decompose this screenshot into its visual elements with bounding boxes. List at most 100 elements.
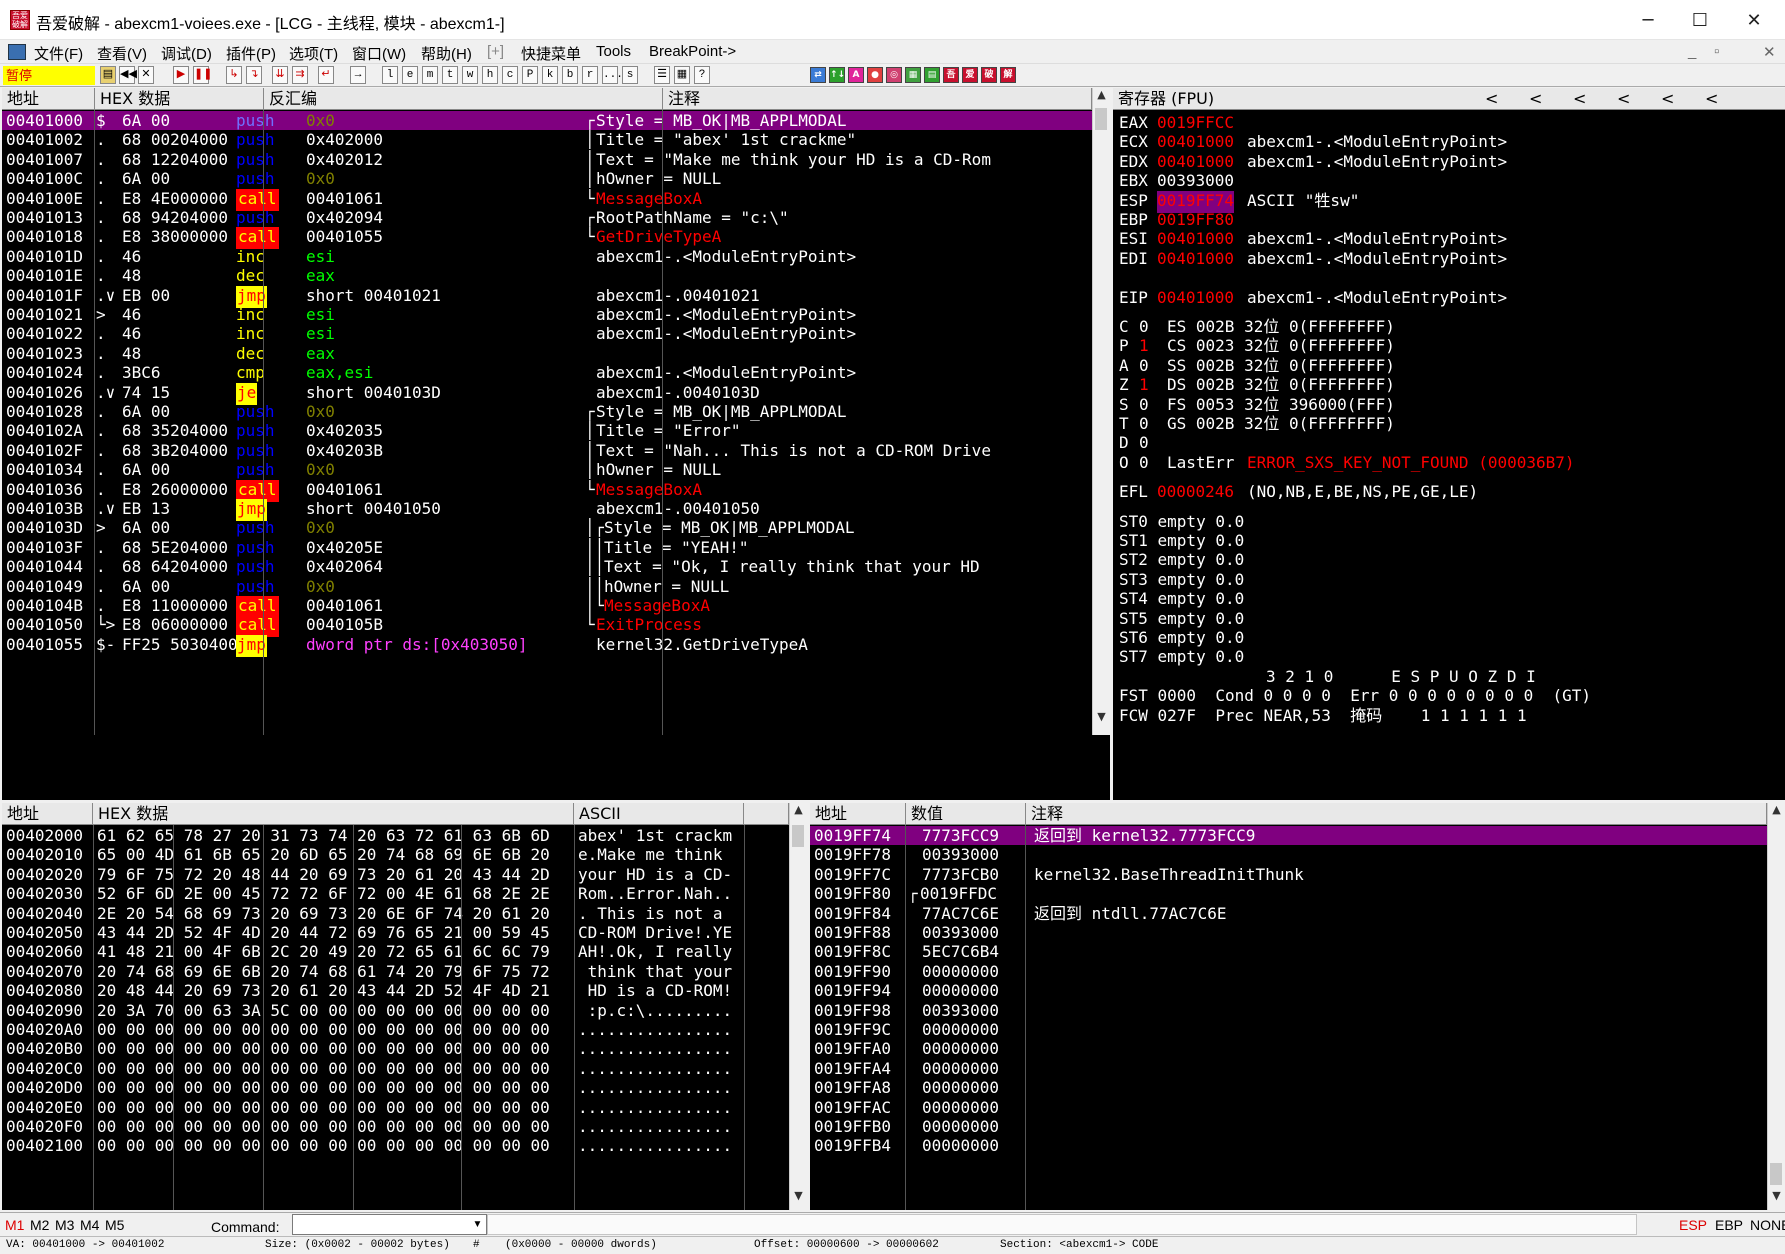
menu-help[interactable]: 帮助(H): [421, 43, 472, 64]
disassembly-pane[interactable]: 地址 HEX 数据 反汇编 注释 00401000 $6A 00 push 0x0 ┌ S…: [2, 88, 1110, 735]
scroll-down-icon[interactable]: ▼: [790, 1189, 807, 1207]
mdi-minimize-button[interactable]: _: [1688, 43, 1696, 60]
plugin-green-icon[interactable]: ↑↓: [829, 67, 845, 83]
disasm-row[interactable]: 00401023. 48 dec eax: [2, 344, 1092, 363]
flag-line[interactable]: C 0 ES 002B 32位 0(FFFFFFFF): [1119, 317, 1779, 336]
disasm-row[interactable]: 0040101E. 48 dec eax: [2, 266, 1092, 285]
disasm-scrollbar[interactable]: ▲ ▼: [1092, 88, 1110, 735]
dump-row[interactable]: 00402030 52 6F 6D 2E 00 45 72 72 6F 72 00…: [2, 884, 789, 903]
stack-pane[interactable]: 地址 数值 注释 0019FF74 7773FCC9 返回到 kernel32.77…: [810, 803, 1785, 1210]
disasm-row[interactable]: 0040104B. E8 11000000 call 00401061 │└ Messag…: [2, 596, 1092, 618]
stack-row[interactable]: 0019FFB0 00000000: [810, 1117, 1767, 1136]
letter-button-w[interactable]: w: [462, 66, 478, 84]
letter-button-e[interactable]: e: [402, 66, 418, 84]
stack-row[interactable]: 0019FFA8 00000000: [810, 1078, 1767, 1097]
fpu-register[interactable]: ST2 empty 0.0: [1119, 550, 1779, 569]
menu-view[interactable]: 查看(V): [97, 43, 147, 64]
disasm-header-comment[interactable]: 注释: [663, 88, 1092, 110]
letter-button-r[interactable]: r: [582, 66, 598, 84]
tab-m4[interactable]: M4: [80, 1217, 99, 1233]
plugin-ai-icon[interactable]: 爱: [962, 67, 978, 83]
stack-mode-esp[interactable]: ESP: [1679, 1217, 1707, 1233]
stack-scrollbar[interactable]: ▲ ▼: [1767, 803, 1785, 1210]
command-dropdown-icon[interactable]: ▼: [469, 1215, 486, 1234]
menu-window[interactable]: 窗口(W): [352, 43, 406, 64]
dump-row[interactable]: 00402100 00 00 00 00 00 00 00 00 00 00 00…: [2, 1136, 789, 1155]
flag-line[interactable]: P 1 CS 0023 32位 0(FFFFFFFF): [1119, 336, 1779, 355]
help-icon[interactable]: ?: [694, 66, 710, 84]
run-icon[interactable]: ▶: [173, 66, 189, 84]
step-over-icon[interactable]: ↴: [246, 66, 262, 84]
disasm-row[interactable]: 0040101F .∨ EB 00 jmp short 00401021 abexcm1-…: [2, 285, 1092, 308]
disasm-row[interactable]: 0040100C. 6A 00 push 0x0 │ hOwner = NULL: [2, 169, 1092, 188]
disasm-row[interactable]: 00401013. 68 94204000 push 0x402094 ┌ RootPat…: [2, 208, 1092, 227]
mdi-restore-button[interactable]: ▫: [1714, 43, 1719, 60]
stack-row[interactable]: 0019FF90 00000000: [810, 962, 1767, 981]
stack-row[interactable]: 0019FF7C 7773FCB0 kernel32.BaseThreadInitT…: [810, 865, 1767, 884]
flag-line[interactable]: Z 1 DS 002B 32位 0(FFFFFFFF): [1119, 375, 1779, 394]
options-icon[interactable]: ▦: [674, 66, 690, 84]
disasm-row[interactable]: 00401018. E8 38000000 call 00401055 └ GetDriv…: [2, 227, 1092, 250]
plugin-target-icon[interactable]: ◎: [886, 67, 902, 83]
fpu-register[interactable]: ST1 empty 0.0: [1119, 531, 1779, 550]
stack-row[interactable]: 0019FF74 7773FCC9 返回到 kernel32.7773FCC9: [810, 826, 1767, 845]
letter-button-t[interactable]: t: [442, 66, 458, 84]
dump-row[interactable]: 00402070 20 74 68 69 6E 6B 20 74 68 61 74…: [2, 962, 789, 981]
disasm-row[interactable]: 00401044. 68 64204000 push 0x402064 ││ Text =…: [2, 557, 1092, 576]
stack-row[interactable]: 0019FFB4 00000000: [810, 1136, 1767, 1155]
scroll-thumb[interactable]: [792, 825, 804, 847]
pause-icon[interactable]: ❚❚: [193, 66, 212, 84]
fpu-register[interactable]: ST3 empty 0.0: [1119, 570, 1779, 589]
dump-row[interactable]: 004020D0 00 00 00 00 00 00 00 00 00 00 00…: [2, 1078, 789, 1097]
stack-row[interactable]: 0019FF78 00393000: [810, 845, 1767, 864]
disasm-row[interactable]: 00401007. 68 12204000 push 0x402012 │ Text = …: [2, 150, 1092, 169]
register-line[interactable]: ECX 00401000 abexcm1-.<ModuleEntryPoint>: [1119, 132, 1779, 151]
tab-m1[interactable]: M1: [5, 1217, 24, 1233]
mdi-document-icon[interactable]: [8, 44, 26, 60]
plugin-jie-icon[interactable]: 解: [1000, 67, 1016, 83]
register-view-arrow-icon[interactable]: <: [1705, 88, 1749, 109]
menu-shortcut[interactable]: 快捷菜单: [521, 43, 581, 64]
dump-row[interactable]: 004020F0 00 00 00 00 00 00 00 00 00 00 00…: [2, 1117, 789, 1136]
letter-button-p[interactable]: P: [522, 66, 538, 84]
scroll-down-icon[interactable]: ▼: [1768, 1189, 1785, 1207]
flag-line[interactable]: A 0 SS 002B 32位 0(FFFFFFFF): [1119, 356, 1779, 375]
scroll-up-icon[interactable]: ▲: [790, 803, 807, 821]
plugin-record-icon[interactable]: ●: [867, 67, 883, 83]
dump-row[interactable]: 004020C0 00 00 00 00 00 00 00 00 00 00 00…: [2, 1059, 789, 1078]
scroll-up-icon[interactable]: ▲: [1768, 803, 1785, 821]
letter-button-m[interactable]: m: [422, 66, 438, 84]
fpu-register[interactable]: ST4 empty 0.0: [1119, 589, 1779, 608]
registers-pane[interactable]: 寄存器 (FPU) < < < < < < EAX 0019FFCC ECX 00401000 a…: [1113, 88, 1785, 800]
disasm-row[interactable]: 00401022. 46 inc esi abexcm1-.<ModuleEntryPo…: [2, 324, 1092, 343]
maximize-button[interactable]: ☐: [1674, 0, 1726, 40]
disasm-header-disasm[interactable]: 反汇编: [264, 88, 663, 110]
restart-icon[interactable]: ◀◀: [119, 66, 137, 84]
dump-pane[interactable]: 地址 HEX 数据 ASCII 00402000 61 62 65 78 27 2…: [2, 803, 807, 1210]
letter-button-s[interactable]: s: [622, 66, 638, 84]
tab-m3[interactable]: M3: [55, 1217, 74, 1233]
fpu-control-word[interactable]: FCW 027F Prec NEAR,53 掩码 1 1 1 1 1 1: [1119, 706, 1779, 725]
disasm-row[interactable]: 0040100E. E8 4E000000 call 00401061 └ Message…: [2, 188, 1092, 211]
letter-button-b[interactable]: b: [562, 66, 578, 84]
menu-file[interactable]: 文件(F): [34, 43, 83, 64]
disasm-row[interactable]: 00401021 >46 inc esi abexcm1-.<ModuleEntryPo…: [2, 305, 1092, 324]
register-view-arrow-icon[interactable]: <: [1661, 88, 1705, 109]
stack-row[interactable]: 0019FF80 ┌ 0019FFDC: [810, 884, 1767, 903]
trace-over-icon[interactable]: ⇉: [292, 66, 308, 84]
register-line[interactable]: EBX 00393000: [1119, 171, 1779, 190]
register-line[interactable]: ESI 00401000 abexcm1-.<ModuleEntryPoint>: [1119, 229, 1779, 248]
tab-m5[interactable]: M5: [105, 1217, 124, 1233]
dump-row[interactable]: 00402060 41 48 21 00 4F 6B 2C 20 49 20 72…: [2, 942, 789, 961]
register-line[interactable]: EDX 00401000 abexcm1-.<ModuleEntryPoint>: [1119, 152, 1779, 171]
menu-tools[interactable]: Tools: [596, 43, 631, 60]
dump-row[interactable]: 00402050 43 44 2D 52 4F 4D 20 44 72 69 76…: [2, 923, 789, 942]
plugin-table-icon[interactable]: ▤: [924, 67, 940, 83]
scroll-thumb[interactable]: [1770, 1163, 1782, 1185]
disasm-row[interactable]: 00401050 └> E8 06000000 call 0040105B └ ExitPr…: [2, 615, 1092, 638]
dump-row[interactable]: 00402000 61 62 65 78 27 20 31 73 74 20 63…: [2, 826, 789, 845]
disasm-row[interactable]: 00401049. 6A 00 push 0x0 ││ hOwner = NULL: [2, 577, 1092, 596]
stack-row[interactable]: 0019FF98 00393000: [810, 1001, 1767, 1020]
disasm-row[interactable]: 0040103F. 68 5E204000 push 0x40205E ││ Title …: [2, 538, 1092, 557]
dump-row[interactable]: 00402090 20 3A 70 00 63 3A 5C 00 00 00 00…: [2, 1001, 789, 1020]
